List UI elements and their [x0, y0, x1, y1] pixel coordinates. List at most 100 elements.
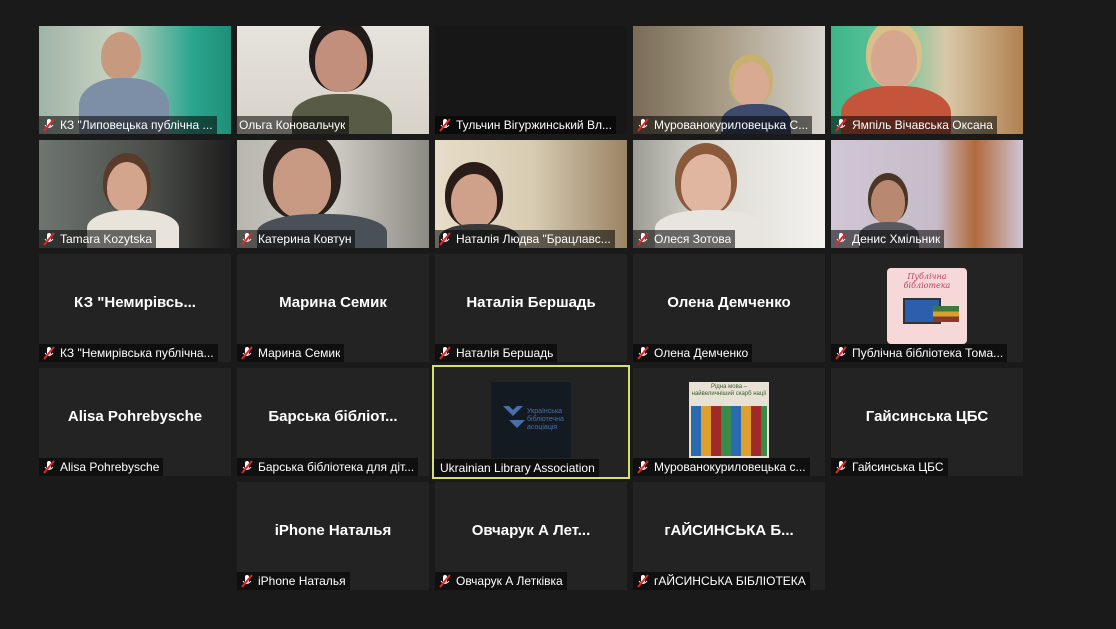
muted-mic-icon	[835, 346, 847, 360]
participant-display-name: КЗ "Немирівсь...	[74, 294, 196, 311]
participant-tile[interactable]: Публічна бібліотека Публічна бібліотека …	[831, 254, 1023, 362]
participant-name: Мурованокуриловецька с...	[654, 460, 806, 474]
participant-tile[interactable]: Ольга Коновальчук	[237, 26, 429, 134]
participant-name: Ямпіль Вічавська Оксана	[852, 118, 993, 132]
participant-name-bar: КЗ "Липовецька публічна ...	[39, 116, 217, 134]
participant-name-bar: Тульчин Вігуржинський Вл...	[435, 116, 616, 134]
participant-name: Гайсинська ЦБС	[852, 460, 944, 474]
participant-name: Наталія Людва "Брацлавс...	[456, 232, 611, 246]
participant-name: Ольга Коновальчук	[239, 118, 346, 132]
participant-tile[interactable]: гАЙСИНСЬКА Б... гАЙСИНСЬКА БІБЛІОТЕКА	[633, 482, 825, 590]
participant-name: Овчарук А Летківка	[456, 574, 563, 588]
participant-display-name: Барська бібліот...	[268, 408, 398, 425]
participant-name: Alisa Pohrebysche	[60, 460, 160, 474]
participant-name-bar: Катерина Ковтун	[237, 230, 356, 248]
muted-mic-icon	[439, 118, 451, 132]
books-icon	[933, 306, 959, 322]
books-grid-icon	[691, 406, 767, 456]
muted-mic-icon	[439, 232, 451, 246]
muted-mic-icon	[835, 118, 847, 132]
participant-name-bar: КЗ "Немирівська публічна...	[39, 344, 218, 362]
participant-tile[interactable]: iPhone Наталья iPhone Наталья	[237, 482, 429, 590]
avatar-caption: Рідна мова – найвеличніший скарб нації	[691, 384, 767, 397]
participant-name-bar: Марина Семик	[237, 344, 345, 362]
participant-tile[interactable]: Овчарук А Лет... Овчарук А Летківка	[435, 482, 627, 590]
participant-tile[interactable]: КЗ "Липовецька публічна ...	[39, 26, 231, 134]
participant-name: гАЙСИНСЬКА БІБЛІОТЕКА	[654, 574, 806, 588]
participant-display-name: гАЙСИНСЬКА Б...	[664, 522, 794, 539]
participant-tile[interactable]: Катерина Ковтун	[237, 140, 429, 248]
participant-display-name: Овчарук А Лет...	[471, 522, 591, 539]
participant-tile[interactable]: Tamara Kozytska	[39, 140, 231, 248]
participant-name: Публічна бібліотека Тома...	[852, 346, 1004, 360]
muted-mic-icon	[241, 232, 253, 246]
library-logo-avatar: Публічна бібліотека	[887, 268, 967, 344]
participant-tile[interactable]: Денис Хмільник	[831, 140, 1023, 248]
book-poster-avatar: Рідна мова – найвеличніший скарб нації	[689, 382, 769, 458]
participant-display-name: iPhone Наталья	[274, 522, 392, 539]
muted-mic-icon	[637, 118, 649, 132]
participant-name-bar: Ольга Коновальчук	[237, 116, 350, 134]
participant-name-bar: Публічна бібліотека Тома...	[831, 344, 1008, 362]
participant-tile[interactable]: Тульчин Вігуржинський Вл...	[435, 26, 627, 134]
participant-name: Катерина Ковтун	[258, 232, 352, 246]
participant-tile[interactable]: Alisa Pohrebysche Alisa Pohrebysche	[39, 368, 231, 476]
muted-mic-icon	[439, 346, 451, 360]
participant-name-bar: Гайсинська ЦБС	[831, 458, 948, 476]
participant-name: Барська бібліотека для діт...	[258, 460, 415, 474]
active-speaker-tile[interactable]: Українська бібліотечна асоціація Ukraini…	[432, 365, 630, 479]
participant-name-bar: Олена Демченко	[633, 344, 753, 362]
muted-mic-icon	[439, 574, 451, 588]
muted-mic-icon	[637, 460, 649, 474]
participant-name-bar: Tamara Kozytska	[39, 230, 157, 248]
muted-mic-icon	[43, 346, 55, 360]
participant-name-bar: Мурованокуриловецька с...	[633, 458, 810, 476]
muted-mic-icon	[43, 118, 55, 132]
participant-name: Наталія Бершадь	[456, 346, 554, 360]
ula-logo-avatar: Українська бібліотечна асоціація	[491, 382, 571, 458]
participant-name: Тульчин Вігуржинський Вл...	[456, 118, 612, 132]
avatar-caption: Публічна бібліотека	[903, 272, 951, 290]
participant-name-bar: Овчарук А Летківка	[435, 572, 567, 590]
participant-name-bar: Ukrainian Library Association	[434, 459, 599, 477]
participant-display-name: Олена Демченко	[667, 294, 791, 311]
avatar-caption: Українська бібліотечна асоціація	[527, 408, 564, 431]
participant-name-bar: Наталія Людва "Брацлавс...	[435, 230, 615, 248]
participant-name-bar: гАЙСИНСЬКА БІБЛІОТЕКА	[633, 572, 810, 590]
participant-tile[interactable]: Гайсинська ЦБС Гайсинська ЦБС	[831, 368, 1023, 476]
participant-name: Олеся Зотова	[654, 232, 732, 246]
muted-mic-icon	[241, 574, 253, 588]
participant-tile[interactable]: Олена Демченко Олена Демченко	[633, 254, 825, 362]
participant-tile[interactable]: Мурованокуриловецька С...	[633, 26, 825, 134]
participant-tile[interactable]: Марина Семик Марина Семик	[237, 254, 429, 362]
muted-mic-icon	[637, 574, 649, 588]
muted-mic-icon	[43, 232, 55, 246]
participant-name: Мурованокуриловецька С...	[654, 118, 809, 132]
participant-tile[interactable]: Наталія Бершадь Наталія Бершадь	[435, 254, 627, 362]
participant-name-bar: Барська бібліотека для діт...	[237, 458, 419, 476]
muted-mic-icon	[241, 346, 253, 360]
participant-tile[interactable]: Наталія Людва "Брацлавс...	[435, 140, 627, 248]
muted-mic-icon	[637, 346, 649, 360]
muted-mic-icon	[637, 232, 649, 246]
participant-name-bar: iPhone Наталья	[237, 572, 350, 590]
participant-name-bar: Олеся Зотова	[633, 230, 736, 248]
participant-name: Tamara Kozytska	[60, 232, 153, 246]
participant-tile[interactable]: КЗ "Немирівсь... КЗ "Немирівська публічн…	[39, 254, 231, 362]
muted-mic-icon	[835, 460, 847, 474]
participant-display-name: Марина Семик	[279, 294, 387, 311]
participant-name-bar: Alisa Pohrebysche	[39, 458, 164, 476]
muted-mic-icon	[43, 460, 55, 474]
participant-tile[interactable]: Барська бібліот... Барська бібліотека дл…	[237, 368, 429, 476]
participant-name: Ukrainian Library Association	[440, 461, 595, 475]
participant-name: Марина Семик	[258, 346, 341, 360]
muted-mic-icon	[241, 460, 253, 474]
participant-name: Олена Демченко	[654, 346, 749, 360]
participant-tile[interactable]: Рідна мова – найвеличніший скарб нації М…	[633, 368, 825, 476]
participant-name-bar: Денис Хмільник	[831, 230, 945, 248]
participant-tile[interactable]: Олеся Зотова	[633, 140, 825, 248]
participant-tile[interactable]: Ямпіль Вічавська Оксана	[831, 26, 1023, 134]
participant-name-bar: Наталія Бершадь	[435, 344, 558, 362]
participant-display-name: Alisa Pohrebysche	[67, 408, 203, 425]
participant-name: КЗ "Липовецька публічна ...	[60, 118, 213, 132]
